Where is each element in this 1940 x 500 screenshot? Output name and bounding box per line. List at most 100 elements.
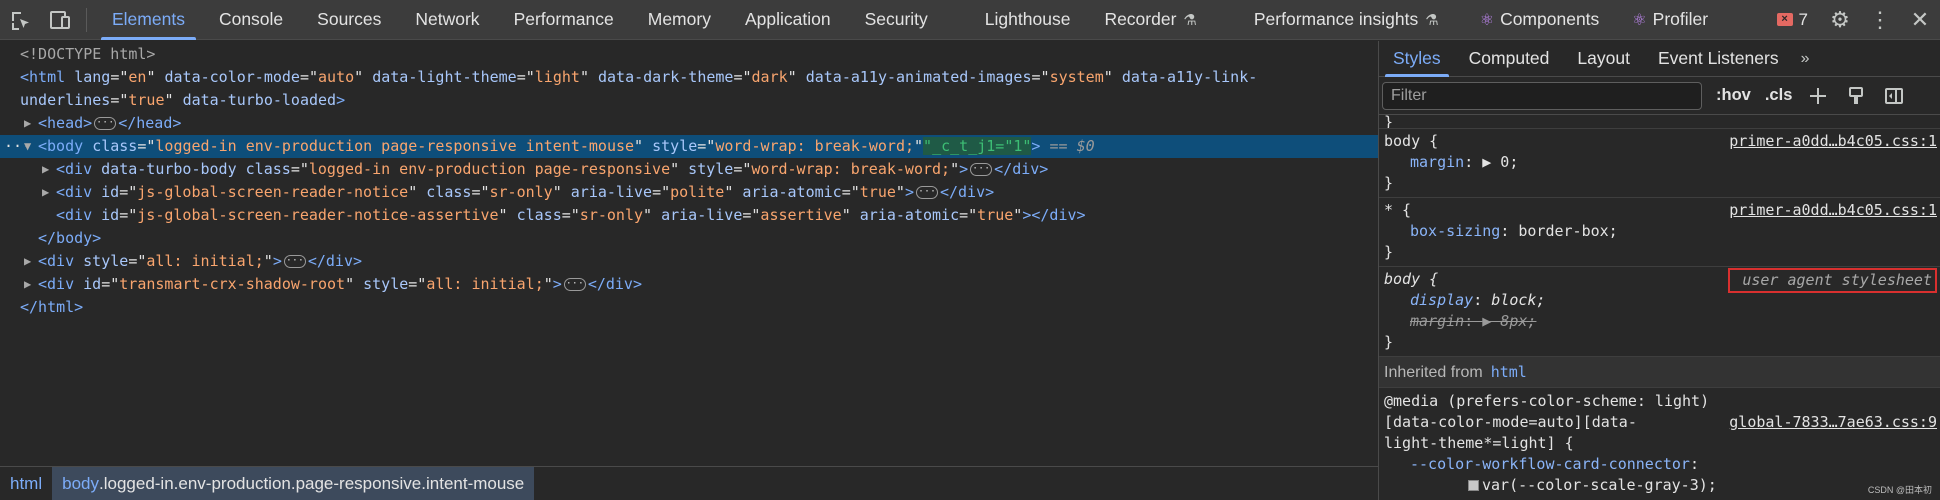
attr-name: style: [363, 275, 409, 293]
tab-event-listeners[interactable]: Event Listeners: [1644, 41, 1793, 77]
gear-icon[interactable]: ⚙: [1820, 0, 1860, 40]
dom-doctype[interactable]: <!DOCTYPE html>: [0, 43, 1378, 66]
style-rule[interactable]: body { primer-a0dd…b4c05.css:1 margin: ▶…: [1379, 129, 1940, 198]
rule-source-link[interactable]: primer-a0dd…b4c05.css:1: [1729, 200, 1937, 221]
property-value[interactable]: ▶ 0;: [1482, 153, 1518, 171]
tab-security[interactable]: Security: [848, 0, 968, 40]
close-icon[interactable]: ✕: [1900, 0, 1940, 40]
expand-triangle-icon[interactable]: ▶: [24, 273, 40, 296]
style-declaration[interactable]: box-sizing: border-box;: [1384, 221, 1936, 242]
device-toolbar-icon[interactable]: [40, 0, 80, 40]
property-value[interactable]: border-box;: [1518, 222, 1617, 240]
tab-computed[interactable]: Computed: [1455, 41, 1564, 77]
style-declaration[interactable]: margin: ▶ 0;: [1384, 152, 1936, 173]
ellipsis-icon[interactable]: ···: [563, 278, 586, 291]
tab-security-label: Security: [864, 9, 928, 29]
tab-elements[interactable]: Elements: [95, 0, 202, 40]
breadcrumb-body[interactable]: body .logged-in.env-production.page-respo…: [52, 467, 535, 500]
color-swatch-icon[interactable]: [1468, 480, 1479, 491]
breadcrumb-html[interactable]: html: [0, 467, 52, 500]
expand-triangle-icon[interactable]: ▶: [24, 250, 40, 273]
tab-profiler[interactable]: ⚛ Profiler: [1615, 0, 1734, 40]
translated-highlight-text: "_c_t_j1="1": [923, 137, 1032, 155]
class-toggle-button[interactable]: .cls: [1765, 86, 1793, 105]
tab-network[interactable]: Network: [398, 0, 496, 40]
attr-name: data-a11y-animated-images: [805, 68, 1032, 86]
dom-html-close[interactable]: </html>: [0, 296, 1378, 319]
rule-selector[interactable]: light-theme*=light] {: [1384, 433, 1936, 454]
tab-layout[interactable]: Layout: [1563, 41, 1644, 77]
paint-brush-icon[interactable]: [1844, 84, 1868, 108]
dom-div-transmart-shadow-root[interactable]: ▶ <div id="transmart-crx-shadow-root" st…: [0, 273, 1378, 296]
dom-body-selected[interactable]: ··· ▼ <body class="logged-in env-product…: [0, 135, 1378, 158]
error-icon: ×: [1776, 13, 1793, 26]
style-rule-user-agent[interactable]: body { user agent stylesheet display: bl…: [1379, 267, 1940, 357]
attr-value: logged-in env-production page-responsive…: [155, 137, 635, 155]
tab-sources[interactable]: Sources: [300, 0, 398, 40]
attr-value: true: [859, 183, 896, 201]
tab-console[interactable]: Console: [202, 0, 300, 40]
add-rule-icon[interactable]: [1806, 84, 1830, 108]
dom-html-open[interactable]: <html lang="en" data-color-mode="auto" d…: [0, 66, 1378, 112]
property-name[interactable]: --color-workflow-card-connector: [1410, 455, 1690, 473]
expand-triangle-icon[interactable]: ▶: [42, 158, 58, 181]
tab-memory[interactable]: Memory: [631, 0, 728, 40]
ellipsis-icon[interactable]: ···: [970, 163, 993, 176]
attr-name: style: [83, 252, 129, 270]
watermark-text: CSDN @田本初: [1867, 485, 1932, 495]
property-name[interactable]: box-sizing: [1410, 222, 1500, 240]
collapse-triangle-icon[interactable]: ▼: [24, 135, 40, 158]
head-tag-name: head: [47, 114, 84, 132]
more-tabs-chevron-icon[interactable]: »: [1793, 41, 1818, 77]
property-value: ▶ 8px;: [1482, 312, 1537, 330]
property-name[interactable]: margin: [1410, 153, 1464, 171]
style-rule[interactable]: * { primer-a0dd…b4c05.css:1 box-sizing: …: [1379, 198, 1940, 267]
property-name: margin: [1410, 312, 1465, 330]
user-agent-stylesheet-label: user agent stylesheet: [1728, 268, 1937, 293]
ellipsis-icon[interactable]: ···: [94, 117, 117, 130]
tab-recorder[interactable]: Recorder ⚗: [1087, 0, 1236, 40]
dom-head[interactable]: ▶ <head> ··· </head>: [0, 112, 1378, 135]
property-value[interactable]: var(--color-scale-gray-3);: [1482, 476, 1717, 494]
error-count-badge[interactable]: × 7: [1765, 10, 1820, 30]
dom-child-screen-reader-notice[interactable]: ▶ <div id="js-global-screen-reader-notic…: [0, 181, 1378, 204]
inherited-tag-link[interactable]: html: [1491, 362, 1527, 383]
react-icon: ⚛: [1479, 11, 1495, 29]
style-declaration[interactable]: --color-workflow-card-connector:: [1384, 454, 1936, 475]
hover-state-button[interactable]: :hov: [1716, 86, 1751, 105]
attr-value: sr-only: [489, 183, 553, 201]
tab-components[interactable]: ⚛ Components: [1463, 0, 1616, 40]
toggle-sidebar-icon[interactable]: [1882, 84, 1906, 108]
toolbar-divider: [86, 7, 87, 32]
dom-div-all-initial[interactable]: ▶ <div style="all: initial;"> ··· </div>: [0, 250, 1378, 273]
tab-performance-insights[interactable]: Performance insights ⚗: [1237, 0, 1463, 40]
dom-body-close[interactable]: </body>: [0, 227, 1378, 250]
html-tag-name: html: [29, 68, 66, 86]
ellipsis-icon[interactable]: ···: [283, 255, 306, 268]
tab-lighthouse[interactable]: Lighthouse: [968, 0, 1088, 40]
tab-computed-label: Computed: [1468, 48, 1550, 68]
attr-value: polite: [670, 183, 725, 201]
expand-triangle-icon[interactable]: ▶: [24, 112, 40, 135]
style-declaration-value[interactable]: var(--color-scale-gray-3);: [1384, 475, 1936, 496]
attr-value: en: [128, 68, 147, 86]
dom-child-screen-reader-notice-assertive[interactable]: <div id="js-global-screen-reader-notice-…: [0, 204, 1378, 227]
close-tag: </div>: [587, 275, 642, 293]
beaker-icon: ⚗: [1183, 11, 1197, 29]
rule-source-link[interactable]: global-7833…7ae63.css:9: [1729, 412, 1937, 433]
attr-name: lang: [74, 68, 111, 86]
ellipsis-icon[interactable]: ···: [915, 186, 938, 199]
styles-filter-input[interactable]: [1382, 81, 1702, 110]
kebab-menu-icon[interactable]: ⋮: [1860, 0, 1900, 40]
rule-source-link[interactable]: primer-a0dd…b4c05.css:1: [1729, 131, 1937, 152]
dom-child-turbo-body[interactable]: ▶ <div data-turbo-body class="logged-in …: [0, 158, 1378, 181]
inspect-element-icon[interactable]: [0, 0, 40, 40]
dom-tree[interactable]: <!DOCTYPE html> <html lang="en" data-col…: [0, 41, 1378, 466]
media-rule[interactable]: @media (prefers-color-scheme: light) [da…: [1379, 388, 1940, 496]
expand-triangle-icon[interactable]: ▶: [42, 181, 58, 204]
tab-application[interactable]: Application: [728, 0, 848, 40]
tab-styles[interactable]: Styles: [1379, 41, 1455, 77]
close-tag: </div>: [994, 160, 1049, 178]
tab-performance[interactable]: Performance: [497, 0, 631, 40]
inherited-label: Inherited from: [1384, 363, 1483, 381]
